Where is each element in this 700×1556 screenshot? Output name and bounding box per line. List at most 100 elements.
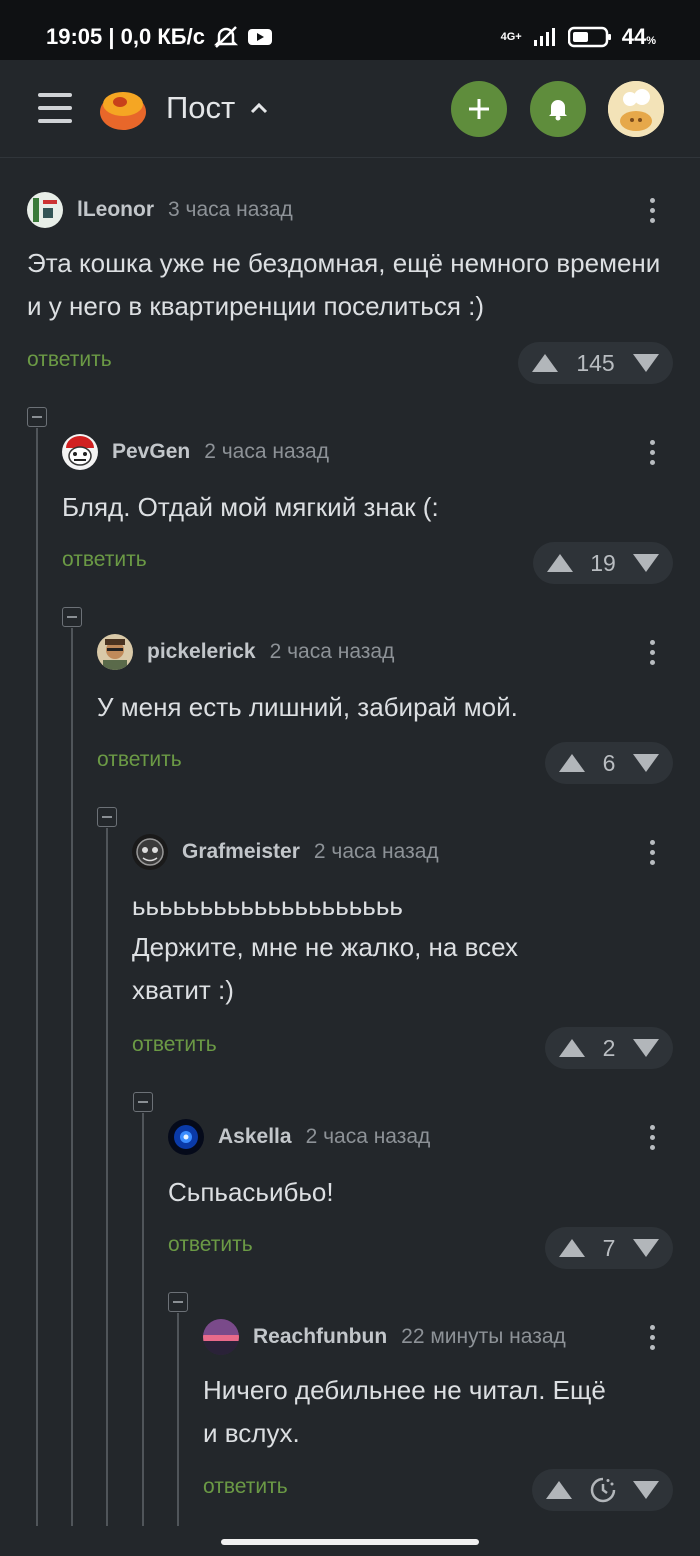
upvote-icon[interactable]	[559, 754, 585, 772]
vote-widget	[532, 1469, 673, 1511]
avatar[interactable]	[97, 634, 133, 670]
comment: Grafmeister 2 часа назад ььььььььььььььь…	[132, 834, 673, 1074]
pending-clock-icon	[590, 1477, 615, 1503]
rating-value: 19	[590, 549, 616, 576]
thread-line	[142, 1113, 144, 1526]
youtube-icon	[247, 29, 272, 45]
comment-author[interactable]: Grafmeister	[182, 840, 300, 864]
thread-line	[177, 1313, 179, 1526]
comment: Reachfunbun 22 минуты назад Ничего дебил…	[203, 1319, 673, 1519]
upvote-icon[interactable]	[532, 354, 558, 372]
upvote-icon[interactable]	[547, 554, 573, 572]
more-options-icon[interactable]	[640, 192, 664, 228]
reply-link[interactable]: ответить	[62, 548, 147, 572]
collapse-thread-button[interactable]	[27, 407, 47, 427]
comment-header: Askella 2 часа назад	[168, 1119, 430, 1155]
vote-widget: 145	[518, 342, 673, 384]
comment-header: Grafmeister 2 часа назад	[132, 834, 439, 870]
collapse-thread-button[interactable]	[168, 1292, 188, 1312]
reply-link[interactable]: ответить	[168, 1233, 253, 1257]
vote-widget: 2	[545, 1027, 673, 1069]
comment-header: PevGen 2 часа назад	[62, 434, 329, 470]
vote-widget: 19	[533, 542, 673, 584]
comment-author[interactable]: Askella	[218, 1125, 292, 1149]
rating-value: 7	[602, 1234, 616, 1261]
comment-text-line: и вслух.	[203, 1418, 300, 1448]
muted-bell-icon	[213, 26, 238, 48]
comment-text-line: хватит :)	[132, 975, 234, 1005]
upvote-icon[interactable]	[546, 1481, 572, 1499]
comment-author[interactable]: Reachfunbun	[253, 1325, 387, 1349]
avatar[interactable]	[27, 192, 63, 228]
battery-level: 44%	[621, 24, 656, 49]
comment-header: lLeonor 3 часа назад	[27, 192, 293, 228]
downvote-icon[interactable]	[633, 354, 659, 372]
comment-text-line: ьььььььььььььььььььь	[132, 891, 403, 921]
comment-text-line: Держите, мне не жалко, на всех	[132, 932, 518, 962]
status-right: 4G+ 44%	[501, 24, 656, 50]
comment-header: Reachfunbun 22 минуты назад	[203, 1319, 566, 1355]
reply-link[interactable]: ответить	[27, 348, 112, 372]
user-avatar[interactable]	[608, 81, 664, 137]
avatar[interactable]	[62, 434, 98, 470]
comment-text: ьььььььььььььььььььь Держите, мне не жал…	[132, 886, 667, 1012]
signal-icon	[533, 28, 555, 46]
notifications-button[interactable]	[530, 81, 586, 137]
app-logo-icon	[100, 92, 146, 130]
avatar[interactable]	[203, 1319, 239, 1355]
status-left: 19:05 | 0,0 КБ/с	[46, 24, 273, 50]
comment-time: 2 часа назад	[204, 440, 329, 463]
comment-text: У меня есть лишний, забирай мой.	[97, 692, 518, 722]
comment-time: 2 часа назад	[313, 840, 439, 863]
comment-author[interactable]: pickelerick	[147, 640, 256, 664]
comment: lLeonor 3 часа назад Эта кошка уже не бе…	[27, 192, 673, 392]
comment: PevGen 2 часа назад Бляд. Отдай мой мягк…	[62, 434, 673, 594]
more-options-icon[interactable]	[640, 834, 664, 870]
more-options-icon[interactable]	[640, 1119, 664, 1155]
more-options-icon[interactable]	[640, 434, 664, 470]
vote-widget: 7	[545, 1227, 673, 1269]
comment: Askella 2 часа назад Сьпьасьибьо! ответи…	[168, 1119, 673, 1279]
menu-icon[interactable]	[38, 93, 72, 123]
battery-icon	[567, 26, 611, 48]
upvote-icon[interactable]	[559, 1039, 585, 1057]
downvote-icon[interactable]	[633, 1481, 659, 1499]
status-time-speed: 19:05 | 0,0 КБ/с	[46, 24, 205, 49]
avatar[interactable]	[168, 1119, 204, 1155]
comment-time: 22 минуты назад	[401, 1325, 566, 1348]
downvote-icon[interactable]	[632, 1239, 659, 1257]
upvote-icon[interactable]	[559, 1239, 585, 1257]
rating-value: 6	[602, 749, 616, 776]
avatar-image-icon	[608, 81, 664, 137]
comment-text: Ничего дебильнее не читал. Ещё и вслух.	[203, 1369, 668, 1455]
avatar[interactable]	[132, 834, 168, 870]
app-header: Пост	[0, 60, 700, 158]
collapse-thread-button[interactable]	[97, 807, 117, 827]
comment-text: Бляд. Отдай мой мягкий знак (:	[62, 492, 439, 522]
reply-link[interactable]: ответить	[97, 748, 182, 772]
home-indicator[interactable]	[221, 1539, 479, 1545]
comment-author[interactable]: PevGen	[112, 440, 190, 464]
comment-text-line: Ничего дебильнее не читал. Ещё	[203, 1375, 606, 1405]
reply-link[interactable]: ответить	[132, 1033, 217, 1057]
more-options-icon[interactable]	[640, 1319, 664, 1355]
rating-value: 2	[602, 1034, 616, 1061]
thread-line	[36, 428, 38, 1526]
more-options-icon[interactable]	[640, 634, 664, 670]
post-title-dropdown[interactable]: Пост	[166, 90, 269, 126]
collapse-thread-button[interactable]	[133, 1092, 153, 1112]
downvote-icon[interactable]	[632, 754, 659, 772]
comment-time: 3 часа назад	[168, 198, 293, 221]
comment-author[interactable]: lLeonor	[77, 198, 154, 222]
bell-icon	[549, 100, 567, 121]
add-post-button[interactable]	[451, 81, 507, 137]
comment-time: 2 часа назад	[269, 640, 395, 663]
chevron-up-icon	[251, 102, 268, 114]
reply-link[interactable]: ответить	[203, 1475, 288, 1499]
collapse-thread-button[interactable]	[62, 607, 82, 627]
downvote-icon[interactable]	[632, 1039, 659, 1057]
comment-time: 2 часа назад	[305, 1125, 431, 1148]
thread-line	[71, 628, 73, 1526]
downvote-icon[interactable]	[633, 554, 659, 572]
page-title: Пост	[166, 90, 236, 125]
